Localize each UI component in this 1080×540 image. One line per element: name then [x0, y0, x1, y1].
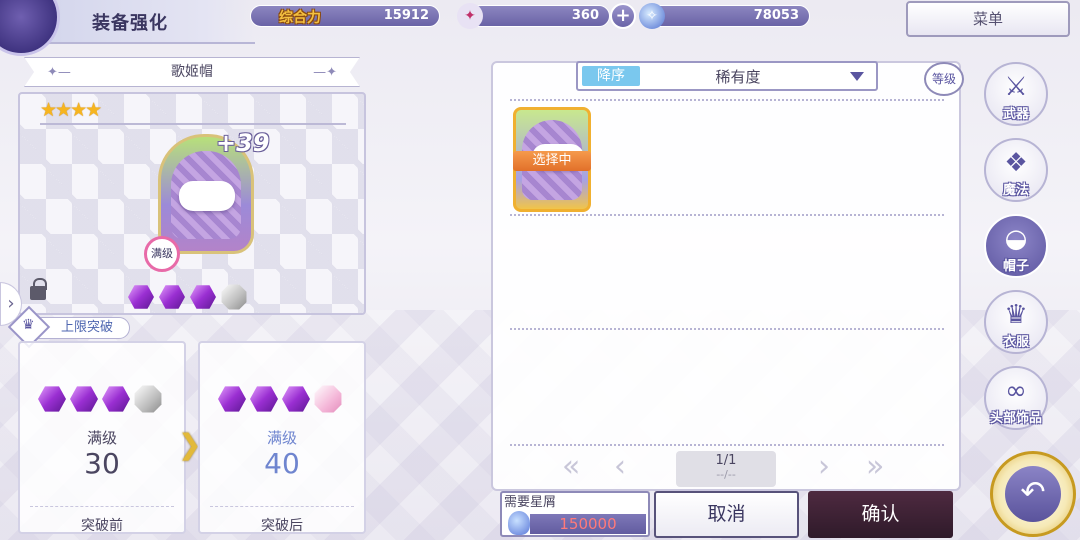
row-divider	[510, 214, 944, 216]
item-name-banner: ✦— 歌姬帽 —✦	[24, 57, 360, 87]
purple-gem-icon	[218, 386, 246, 412]
max-level-badge: 满级	[144, 236, 180, 272]
limit-break-after-box: 满级 40 突破后	[198, 341, 366, 534]
stamina-icon: ✦	[457, 3, 483, 29]
confirm-button[interactable]: 确认	[808, 491, 953, 538]
purple-gem-icon	[102, 386, 130, 412]
prev-page-button[interactable]: ‹	[614, 450, 626, 484]
limit-break-gems	[128, 284, 247, 310]
hat-icon	[179, 181, 235, 211]
purple-gem-icon	[70, 386, 98, 412]
category-label: 帽子	[1002, 259, 1029, 274]
page-sub-label: --/--	[716, 468, 736, 481]
item-name: 歌姬帽	[171, 64, 213, 80]
currency-value: 78053	[753, 8, 799, 23]
after-footer: 突破后	[261, 518, 303, 534]
page-title: 装备强化	[92, 13, 168, 34]
cost-label: 需要星屑	[504, 495, 557, 510]
magic-cards-icon: ❖	[1004, 148, 1028, 178]
after-gems	[218, 385, 342, 413]
enhance-level: +39	[216, 129, 270, 157]
cancel-button[interactable]: 取消	[654, 491, 799, 538]
category-weapon-button[interactable]: ⚔ 武器	[984, 62, 1048, 126]
category-magic-button[interactable]: ❖ 魔法	[984, 138, 1048, 202]
sort-key-label: 稀有度	[715, 68, 761, 86]
after-level-label: 满级	[266, 429, 297, 447]
sort-order-toggle[interactable]: 降序	[582, 66, 640, 86]
category-hat-button[interactable]: ◒ 帽子	[984, 214, 1048, 278]
back-arrow-icon: ↶	[1005, 466, 1061, 522]
title-emblem-icon	[0, 0, 60, 56]
before-level-value: 30	[84, 447, 120, 480]
before-footer: 突破前	[81, 518, 123, 534]
divider	[210, 506, 354, 507]
menu-button[interactable]: 菜单	[906, 1, 1070, 37]
divider	[30, 506, 174, 507]
sparkle-icon: ✦—	[47, 65, 71, 80]
divider	[40, 123, 346, 125]
cost-value: 150000	[530, 514, 646, 534]
page-number: 1/1	[715, 453, 737, 468]
currency-bar: ✧ 78053	[639, 3, 810, 29]
crown-icon: ♛	[22, 317, 35, 333]
level-filter-button[interactable]: 等级	[924, 62, 964, 96]
pink-gem-icon	[314, 385, 342, 413]
total-power-bar: 综合力 15912	[250, 5, 440, 27]
dress-icon: ♛	[1004, 300, 1028, 330]
category-clothes-button[interactable]: ♛ 衣服	[984, 290, 1048, 354]
lock-icon[interactable]	[30, 278, 47, 300]
purple-gem-icon	[38, 386, 66, 412]
category-label: 头部饰品	[989, 411, 1042, 426]
total-power-value: 15912	[383, 8, 429, 23]
stamina-bar: ✦ 360	[457, 3, 610, 29]
rarity-stars: ★★★★	[40, 99, 102, 121]
category-head-accessory-button[interactable]: ∞ 头部饰品	[984, 366, 1048, 430]
row-divider	[510, 444, 944, 446]
star-dust-icon: ✧	[639, 3, 665, 29]
item-portrait-background	[171, 151, 241, 239]
first-page-button[interactable]: «	[562, 450, 580, 484]
stamina-value: 360	[571, 8, 599, 23]
purple-gem-icon	[128, 285, 154, 309]
hat-icon: ◒	[1004, 224, 1028, 254]
before-level-label: 满级	[86, 429, 117, 447]
empty-gem-icon	[134, 385, 162, 413]
limit-break-before-box: 满级 30 突破前	[18, 341, 186, 534]
back-button[interactable]: ↶	[990, 451, 1076, 537]
row-divider	[510, 99, 944, 101]
after-level-value: 40	[264, 447, 300, 480]
purple-gem-icon	[159, 285, 185, 309]
category-label: 武器	[1002, 107, 1029, 122]
before-gems	[38, 385, 162, 413]
chevron-down-icon	[850, 72, 864, 81]
item-detail-card: ★★★★ +39 满级	[18, 92, 366, 315]
purple-gem-icon	[282, 386, 310, 412]
last-page-button[interactable]: »	[866, 450, 884, 484]
empty-gem-icon	[221, 284, 247, 310]
page-indicator: 1/1 --/--	[676, 451, 776, 487]
add-stamina-button[interactable]: +	[610, 3, 636, 29]
purple-gem-icon	[250, 386, 278, 412]
required-cost-box: 需要星屑 150000	[500, 491, 650, 537]
category-label: 衣服	[1002, 335, 1029, 350]
category-label: 魔法	[1002, 183, 1029, 198]
screen-title-tab: 装备强化	[0, 0, 255, 56]
row-divider	[510, 328, 944, 330]
total-power-label: 综合力	[279, 10, 321, 26]
glasses-icon: ∞	[1005, 376, 1027, 406]
crossed-swords-icon: ⚔	[1004, 72, 1028, 102]
sparkle-icon: —✦	[313, 65, 337, 80]
purple-gem-icon	[190, 285, 216, 309]
sort-dropdown[interactable]: 降序 稀有度	[576, 61, 878, 91]
star-dust-icon	[508, 511, 530, 535]
selected-tag: 选择中	[513, 151, 591, 171]
next-page-button[interactable]: ›	[818, 450, 830, 484]
